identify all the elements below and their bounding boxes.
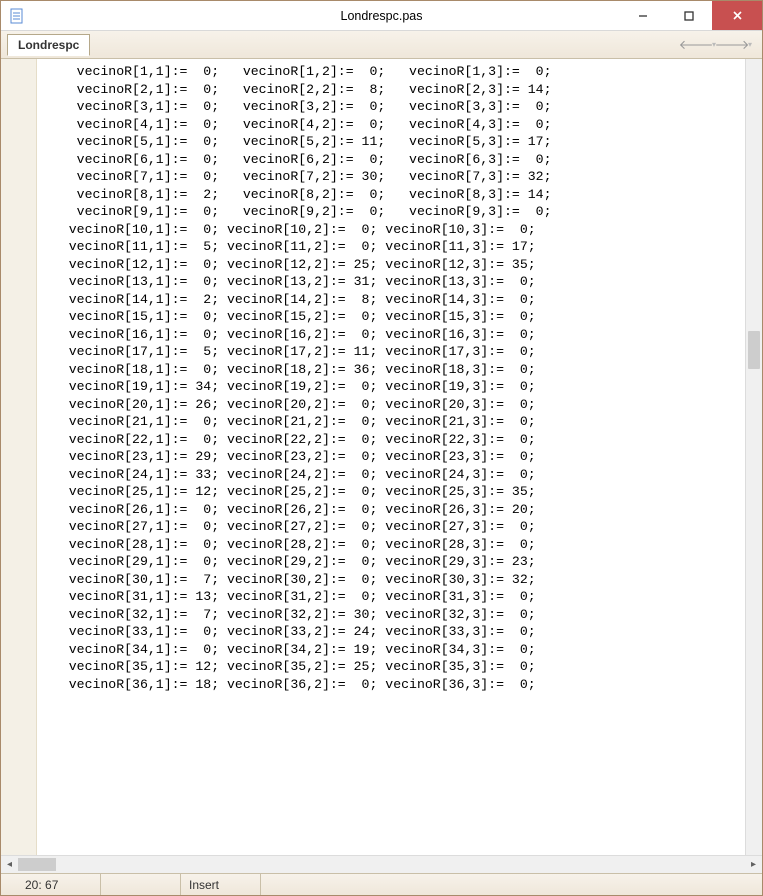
horizontal-scroll-thumb[interactable] — [18, 858, 56, 871]
status-modified — [101, 874, 181, 895]
code-area[interactable]: vecinoR[1,1]:= 0; vecinoR[1,2]:= 0; veci… — [1, 59, 762, 855]
file-icon — [9, 8, 25, 24]
tab-londrespc[interactable]: Londrespc — [7, 34, 90, 56]
scroll-left-icon[interactable]: ◂ — [1, 856, 18, 873]
window-title: Londrespc.pas — [340, 9, 422, 23]
vertical-scrollbar[interactable] — [745, 59, 762, 855]
status-mode: Insert — [181, 874, 261, 895]
gutter — [1, 59, 37, 855]
scroll-right-icon[interactable]: ▸ — [745, 856, 762, 873]
nav-forward-icon[interactable]: 🡒 — [722, 36, 742, 54]
window-buttons — [620, 1, 762, 30]
nav-forward-menu-icon[interactable]: ▾ — [744, 36, 756, 54]
maximize-button[interactable] — [666, 1, 712, 30]
status-position: 20: 67 — [1, 874, 101, 895]
vertical-scroll-thumb[interactable] — [748, 331, 760, 369]
minimize-button[interactable] — [620, 1, 666, 30]
close-button[interactable] — [712, 1, 762, 30]
titlebar: Londrespc.pas — [1, 1, 762, 31]
editor[interactable]: vecinoR[1,1]:= 0; vecinoR[1,2]:= 0; veci… — [1, 59, 762, 855]
horizontal-scroll-track[interactable] — [18, 856, 745, 873]
tab-strip: Londrespc 🡐 ▾ 🡒 ▾ — [1, 31, 762, 59]
nav-arrows: 🡐 ▾ 🡒 ▾ — [686, 36, 756, 54]
nav-back-icon[interactable]: 🡐 — [686, 36, 706, 54]
horizontal-scrollbar[interactable]: ◂ ▸ — [1, 855, 762, 873]
statusbar: 20: 67 Insert — [1, 873, 762, 895]
